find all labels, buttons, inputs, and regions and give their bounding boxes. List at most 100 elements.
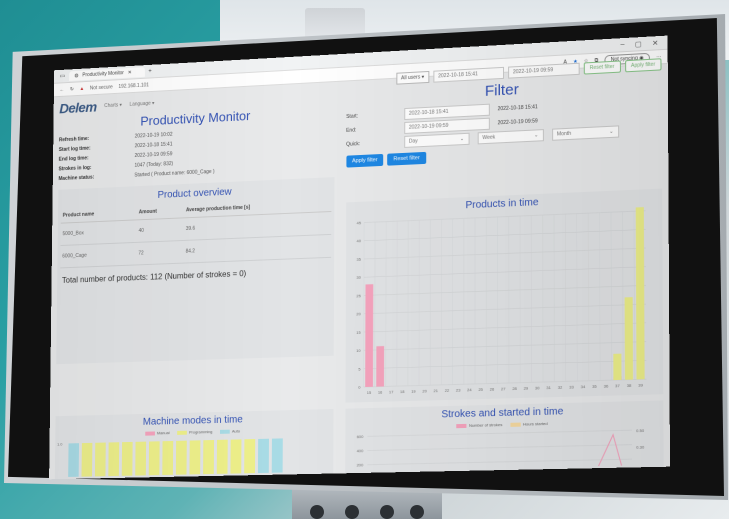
grid-line xyxy=(634,211,635,379)
end-echo: 2022-10-19 09:59 xyxy=(498,118,538,126)
apply-filter-button[interactable]: Apply filter xyxy=(346,154,383,168)
grid-line xyxy=(364,229,646,240)
address-url[interactable]: 192.168.1.101 xyxy=(118,82,149,89)
y-tick-label: 0 xyxy=(358,385,361,390)
y-tick-label: 200 xyxy=(356,462,364,467)
quick-month-value: Month xyxy=(557,131,571,138)
mode-bar[interactable] xyxy=(82,443,93,477)
tab-close-icon[interactable]: ✕ xyxy=(128,69,132,75)
mode-bar[interactable] xyxy=(272,438,283,472)
y2-tick-label: 0.30 xyxy=(636,444,645,449)
bar[interactable] xyxy=(624,297,632,380)
mode-bar[interactable] xyxy=(95,443,106,477)
language-menu[interactable]: Language ▾ xyxy=(129,101,154,108)
overview-filler xyxy=(59,283,331,361)
quick-label: Quick: xyxy=(346,139,396,147)
grid-line xyxy=(363,267,645,277)
stand-knob xyxy=(410,505,424,519)
products-plot: 05101520253035404515 16 17 18 19 20 21 22 23 24 25… xyxy=(345,206,652,397)
y-tick-label: 1.0 xyxy=(57,441,63,446)
table-cell: 84.2 xyxy=(184,234,331,263)
x-tick-label: 27 xyxy=(501,386,506,391)
quick-month-select[interactable]: Month ⌄ xyxy=(552,125,619,140)
x-tick-label: 38 xyxy=(626,383,631,388)
x-tick-label: 23 xyxy=(455,387,460,392)
maximize-button[interactable]: ▢ xyxy=(632,39,645,48)
mode-bar[interactable] xyxy=(203,440,214,474)
end-label: End: xyxy=(346,125,396,133)
close-button[interactable]: ✕ xyxy=(649,38,661,47)
product-table: Product name Amount Average production t… xyxy=(60,197,331,268)
mode-bar[interactable] xyxy=(230,439,241,473)
info-value: 1047 (Today: 832) xyxy=(134,161,173,169)
user-select[interactable]: All users ▾ xyxy=(396,71,429,85)
x-tick-label: 31 xyxy=(546,385,551,390)
grid-line xyxy=(363,223,364,387)
bar[interactable] xyxy=(635,207,644,379)
x-tick-label: 37 xyxy=(615,383,620,388)
reset-filter-button[interactable]: Reset filter xyxy=(387,152,425,166)
grid-line xyxy=(367,430,632,436)
strokes-chart: Strokes and started in time Number of st… xyxy=(345,400,664,479)
info-label: Machine status: xyxy=(58,173,134,182)
grid-line xyxy=(364,248,646,259)
y-tick-label: 20 xyxy=(356,311,361,316)
refresh-icon[interactable]: ↻ xyxy=(70,86,74,92)
x-tick-label: 20 xyxy=(422,388,427,393)
mode-bar[interactable] xyxy=(135,442,146,476)
top-end-input[interactable]: 2022-10-19 09:59 xyxy=(508,63,580,79)
chevron-down-icon: ⌄ xyxy=(609,129,613,135)
grid-line xyxy=(363,323,645,332)
quick-day-select[interactable]: Day ⌄ xyxy=(404,133,469,148)
y-tick-label: 10 xyxy=(356,348,361,353)
top-reset-button[interactable]: Reset filter xyxy=(583,60,620,74)
mode-bar[interactable] xyxy=(68,443,79,477)
monitor-screen: ▭ ◍ Productivity Monitor ✕ + – ▢ ✕ ← ↻ ▲… xyxy=(49,36,670,480)
y-tick-label: 400 xyxy=(356,448,364,453)
quick-week-value: Week xyxy=(482,134,495,141)
x-tick-label: 33 xyxy=(569,384,574,389)
new-tab-button[interactable]: + xyxy=(148,68,151,74)
y-tick-label: 5 xyxy=(358,366,361,371)
table-cell: 40 xyxy=(137,218,184,243)
mode-bar[interactable] xyxy=(244,439,255,473)
y-tick-label: 15 xyxy=(356,330,361,335)
quick-week-select[interactable]: Week ⌄ xyxy=(477,129,543,144)
y-tick-label: 25 xyxy=(356,293,361,298)
grid-line xyxy=(599,213,600,381)
minimize-button[interactable]: – xyxy=(617,41,627,49)
mode-bar[interactable] xyxy=(108,442,119,476)
grid-line xyxy=(588,213,589,381)
mode-bar[interactable] xyxy=(217,440,228,474)
bar[interactable] xyxy=(613,354,621,380)
x-tick-label: 34 xyxy=(580,384,585,389)
tab-title: Productivity Monitor xyxy=(82,70,124,78)
strokes-line[interactable] xyxy=(598,435,621,466)
security-label[interactable]: Not secure xyxy=(90,84,113,91)
bar[interactable] xyxy=(365,284,373,387)
total-products: Total number of products: 112 (Number of… xyxy=(62,266,329,285)
grid-line xyxy=(611,212,612,380)
mode-bar[interactable] xyxy=(149,441,160,475)
top-start-input[interactable]: 2022-10-18 15:41 xyxy=(433,67,504,83)
mode-bar[interactable] xyxy=(176,441,187,475)
stand-knob xyxy=(310,505,324,519)
x-tick-label: 15 xyxy=(366,390,371,395)
mode-bar[interactable] xyxy=(258,439,269,473)
stand-knob xyxy=(380,505,394,519)
machine-modes-plot: 1.0 xyxy=(55,431,328,477)
charts-menu[interactable]: Charts ▾ xyxy=(104,102,122,109)
x-tick-label: 28 xyxy=(512,386,517,391)
top-apply-button[interactable]: Apply filter xyxy=(625,58,662,72)
grid-line xyxy=(363,285,645,295)
browser-menu-icon[interactable]: ▭ xyxy=(60,73,65,80)
bar[interactable] xyxy=(376,346,384,387)
info-value: 2022-10-19 10:02 xyxy=(135,132,173,140)
back-icon[interactable]: ← xyxy=(60,87,65,93)
mode-bar[interactable] xyxy=(189,440,200,474)
grid-line xyxy=(363,342,646,351)
mode-bar[interactable] xyxy=(122,442,133,476)
mode-bar[interactable] xyxy=(162,441,173,475)
delem-logo[interactable]: Delem xyxy=(59,99,96,116)
x-tick-label: 26 xyxy=(489,386,494,391)
